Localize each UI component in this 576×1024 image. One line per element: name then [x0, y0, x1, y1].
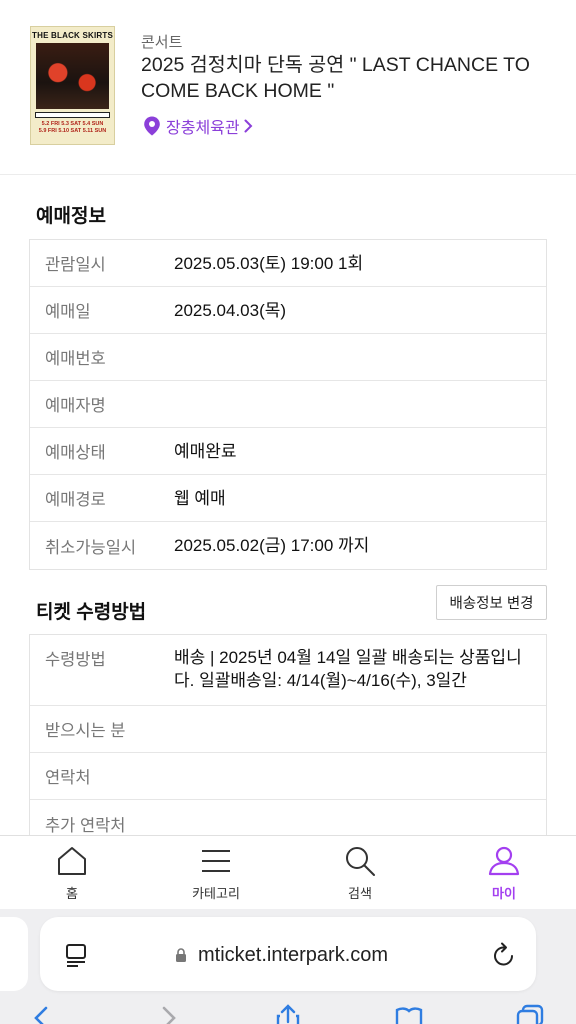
- tab-search[interactable]: 검색: [288, 836, 432, 909]
- tab-label: 카테고리: [192, 886, 240, 901]
- row-label: 예매상태: [45, 444, 106, 462]
- table-row: 연락처: [30, 753, 546, 800]
- poster-image: [36, 43, 109, 109]
- address-bar[interactable]: mticket.interpark.com: [40, 917, 536, 991]
- browser-toolbar: mticket.interpark.com: [0, 909, 576, 1024]
- table-row: 예매경로 웹 예매: [30, 475, 546, 522]
- row-value: 2025.04.03(목): [174, 300, 287, 320]
- location-pin-icon: [144, 116, 160, 136]
- share-icon[interactable]: [274, 1004, 302, 1024]
- row-label: 연락처: [45, 769, 91, 787]
- table-row: 예매상태 예매완료: [30, 428, 546, 475]
- booking-info-heading: 예매정보: [36, 206, 106, 227]
- tab-label: 홈: [66, 886, 78, 901]
- reader-mode-icon[interactable]: [64, 943, 88, 967]
- booking-info-table: 관람일시 2025.05.03(토) 19:00 1회 예매일 2025.04.…: [29, 239, 547, 570]
- row-value: 2025.05.03(토) 19:00 1회: [174, 253, 364, 273]
- table-row: 받으시는 분: [30, 706, 546, 753]
- tab-category[interactable]: 카테고리: [144, 836, 288, 909]
- row-label: 관람일시: [45, 256, 106, 274]
- tab-home[interactable]: 홈: [0, 836, 144, 909]
- table-row: 수령방법 배송 | 2025년 04월 14일 일괄 배송되는 상품입니다. 일…: [30, 635, 546, 706]
- chevron-right-icon: [244, 119, 253, 133]
- bottom-tab-bar: 홈 카테고리 검색 마이: [0, 835, 576, 909]
- row-label: 받으시는 분: [45, 722, 126, 740]
- forward-icon[interactable]: [154, 1004, 182, 1024]
- tab-label: 검색: [348, 886, 372, 901]
- row-value: 웹 예매: [174, 488, 226, 508]
- event-header: THE BLACK SKIRTS 5.2 FRI 5.3 SAT 5.4 SUN…: [0, 0, 576, 175]
- tab-label: 마이: [492, 886, 516, 901]
- url-text: mticket.interpark.com: [198, 944, 389, 966]
- venue-link[interactable]: 장충체육관: [143, 114, 253, 138]
- poster-dates: 5.2 FRI 5.3 SAT 5.4 SUN 5.9 FRI 5.10 SAT…: [35, 121, 110, 135]
- poster-date: 5.11 SUN: [82, 128, 107, 134]
- poster-date: 5.10 SAT: [58, 128, 82, 134]
- poster-date: 5.9 FRI: [38, 128, 57, 134]
- row-label: 예매경로: [45, 491, 106, 509]
- table-row: 예매번호: [30, 334, 546, 381]
- event-poster[interactable]: THE BLACK SKIRTS 5.2 FRI 5.3 SAT 5.4 SUN…: [30, 26, 115, 145]
- ticket-info-table: 수령방법 배송 | 2025년 04월 14일 일괄 배송되는 상품입니다. 일…: [29, 634, 547, 848]
- table-row: 관람일시 2025.05.03(토) 19:00 1회: [30, 240, 546, 287]
- event-title: 2025 검정치마 단독 공연 " LAST CHANCE TO COME BA…: [141, 54, 530, 102]
- change-delivery-button[interactable]: 배송정보 변경: [436, 585, 547, 620]
- menu-icon: [202, 850, 230, 872]
- search-icon: [346, 847, 375, 876]
- poster-band-name: THE BLACK SKIRTS: [32, 31, 113, 40]
- poster-date: 5.4 SUN: [82, 121, 104, 127]
- reload-icon[interactable]: [492, 942, 516, 968]
- poster-date: 5.2 FRI: [41, 121, 60, 127]
- ticket-method-heading: 티켓 수령방법: [36, 602, 147, 623]
- row-value: 배송 | 2025년 04월 14일 일괄 배송되는 상품입니다. 일괄배송일:…: [174, 648, 522, 690]
- event-category: 콘서트: [141, 34, 183, 51]
- row-value: 2025.05.02(금) 17:00 까지: [174, 536, 370, 555]
- tab-my[interactable]: 마이: [432, 836, 576, 909]
- row-label: 수령방법: [45, 651, 106, 669]
- row-label: 예매자명: [45, 397, 106, 415]
- row-label: 추가 연락처: [45, 816, 126, 835]
- person-icon: [488, 846, 520, 876]
- venue-name: 장충체육관: [166, 120, 240, 137]
- back-icon[interactable]: [28, 1004, 56, 1024]
- poster-subtitle-box: [35, 112, 110, 118]
- lock-icon: [176, 948, 186, 962]
- row-value: 예매완료: [174, 441, 237, 461]
- table-row: 취소가능일시 2025.05.02(금) 17:00 까지: [30, 522, 546, 569]
- row-label: 예매일: [45, 303, 91, 321]
- poster-date: 5.3 SAT: [61, 121, 81, 127]
- row-label: 예매번호: [45, 350, 106, 368]
- tabs-icon[interactable]: [516, 1004, 544, 1024]
- home-icon: [58, 847, 86, 875]
- table-row: 예매일 2025.04.03(목): [30, 287, 546, 334]
- row-label: 취소가능일시: [45, 538, 137, 557]
- previous-tab-preview[interactable]: [0, 917, 28, 991]
- table-row: 예매자명: [30, 381, 546, 428]
- bookmarks-icon[interactable]: [395, 1004, 423, 1024]
